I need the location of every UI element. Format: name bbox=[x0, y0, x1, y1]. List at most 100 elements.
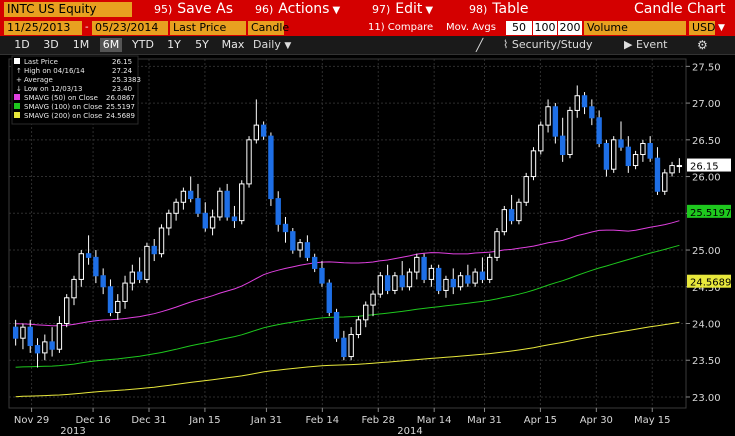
tab-5y[interactable]: 5Y bbox=[192, 38, 212, 52]
x-tick-label: Feb 28 bbox=[361, 415, 395, 426]
study-icon: ⌇ bbox=[503, 38, 509, 51]
legend-sma100-value: 25.5197 bbox=[106, 103, 135, 111]
draw-line-icon[interactable]: ╱ bbox=[476, 38, 483, 52]
tab-1m[interactable]: 1M bbox=[70, 38, 92, 52]
security-study-label: Security/Study bbox=[511, 38, 593, 51]
candle-up bbox=[669, 165, 675, 174]
candle-up bbox=[348, 334, 354, 358]
candle-down bbox=[596, 117, 602, 144]
currency-dropdown-icon[interactable]: ▼ bbox=[718, 21, 725, 35]
candle-down bbox=[304, 242, 311, 258]
volume-select[interactable]: Volume bbox=[584, 21, 686, 35]
save-as-menu[interactable]: 95) Save As bbox=[154, 0, 233, 19]
legend-high-label: High on 04/16/14 bbox=[24, 67, 85, 75]
tab-1d[interactable]: 1D bbox=[12, 38, 32, 52]
actions-menu[interactable]: 96) Actions ▼ bbox=[255, 0, 340, 19]
tab-6m[interactable]: 6M bbox=[100, 38, 122, 52]
candle-down bbox=[326, 282, 332, 313]
start-date-input[interactable]: 11/25/2013 bbox=[4, 21, 82, 35]
candle-down bbox=[49, 341, 55, 350]
candle-up bbox=[297, 242, 303, 251]
save-as-menu-number: 95) bbox=[154, 3, 173, 16]
currency-select[interactable]: USD bbox=[689, 21, 716, 35]
legend-sma200-value: 24.5689 bbox=[106, 112, 135, 120]
candle-up bbox=[144, 245, 150, 280]
candle-down bbox=[647, 142, 653, 159]
candle-up bbox=[676, 165, 683, 168]
candle-down bbox=[603, 142, 610, 170]
legend-last-price-value: 26.15 bbox=[112, 58, 132, 66]
candle-up bbox=[377, 275, 384, 295]
legend-sma100-swatch bbox=[14, 103, 20, 109]
ma3-input[interactable]: 200 bbox=[558, 21, 582, 35]
candle-up bbox=[355, 319, 362, 336]
date-separator: - bbox=[85, 22, 89, 33]
candle-up bbox=[501, 209, 507, 233]
year-label: 2013 bbox=[60, 426, 85, 436]
candle-up bbox=[158, 227, 165, 255]
edit-dropdown-icon: ▼ bbox=[425, 5, 434, 16]
ma2-input[interactable]: 100 bbox=[533, 21, 557, 35]
candle-up bbox=[443, 278, 449, 291]
candle-down bbox=[508, 209, 515, 222]
candle-down bbox=[202, 212, 208, 229]
chart-style-select[interactable]: Candle bbox=[248, 21, 289, 35]
event-button[interactable]: ▶ Event bbox=[624, 38, 667, 52]
tab-3d[interactable]: 3D bbox=[40, 38, 62, 52]
candle-up bbox=[64, 297, 70, 325]
candle-down bbox=[465, 275, 471, 284]
candle-up bbox=[523, 176, 529, 203]
legend-sma50-swatch bbox=[14, 94, 20, 100]
x-tick-label: Dec 16 bbox=[75, 415, 110, 426]
candle-down bbox=[581, 95, 588, 108]
candle-down bbox=[195, 198, 201, 214]
tab-max[interactable]: Max bbox=[220, 38, 246, 52]
sma100-tag-label: 25.5197 bbox=[690, 208, 731, 219]
legend-sma200-swatch bbox=[14, 112, 20, 118]
candle-down bbox=[188, 190, 194, 200]
price-field-select[interactable]: Last Price bbox=[170, 21, 246, 35]
candle-down bbox=[311, 256, 318, 269]
legend-low-icon: ↓ bbox=[16, 85, 22, 93]
candle-up bbox=[567, 109, 573, 156]
candle-up bbox=[370, 293, 376, 306]
table-menu-number: 98) bbox=[469, 3, 488, 16]
compare-button[interactable]: 11) Compare bbox=[368, 21, 433, 35]
edit-menu-label: Edit bbox=[395, 1, 423, 17]
security-input[interactable]: INTC US Equity bbox=[4, 2, 132, 17]
legend-high-value: 27.24 bbox=[112, 67, 133, 75]
x-tick-label: Dec 31 bbox=[131, 415, 166, 426]
tab-ytd[interactable]: YTD bbox=[130, 38, 156, 52]
candle-down bbox=[275, 198, 281, 225]
candle-chart[interactable]: 27.5027.0026.5026.0025.5025.0024.5024.00… bbox=[0, 55, 735, 436]
x-tick-label: Nov 29 bbox=[14, 415, 49, 426]
y-tick-label: 26.00 bbox=[692, 173, 721, 184]
title-bar: INTC US Equity 95) Save As 96) Actions ▼ 97… bbox=[0, 0, 735, 19]
legend-average-icon: + bbox=[16, 76, 22, 84]
table-menu[interactable]: 98) Table bbox=[469, 0, 529, 19]
candle-down bbox=[319, 267, 325, 284]
x-tick-label: Jan 15 bbox=[188, 415, 220, 426]
legend-last-price-label: Last Price bbox=[24, 58, 58, 66]
candle-up bbox=[487, 256, 493, 280]
edit-menu[interactable]: 97) Edit ▼ bbox=[372, 0, 433, 19]
candle-up bbox=[632, 154, 639, 167]
interval-dropdown-icon: ▼ bbox=[284, 41, 292, 51]
interval-select[interactable]: Daily ▼ bbox=[253, 38, 291, 52]
gear-icon[interactable]: ⚙ bbox=[697, 38, 708, 52]
candle-up bbox=[472, 271, 478, 284]
legend-sma50-value: 26.0867 bbox=[106, 94, 135, 102]
tab-1y[interactable]: 1Y bbox=[164, 38, 184, 52]
legend-last-price-swatch bbox=[14, 58, 20, 64]
ma1-input[interactable]: 50 bbox=[506, 21, 532, 35]
candle-up bbox=[20, 326, 26, 339]
security-study-button[interactable]: ⌇ Security/Study bbox=[503, 38, 593, 52]
legend-sma200-label: SMAVG (200) on Close bbox=[24, 112, 102, 120]
actions-dropdown-icon: ▼ bbox=[332, 5, 341, 16]
candle-down bbox=[384, 275, 391, 291]
x-tick-label: Mar 31 bbox=[467, 415, 502, 426]
candle-down bbox=[618, 139, 624, 148]
end-date-input[interactable]: 05/23/2014 bbox=[92, 21, 168, 35]
candle-up bbox=[414, 256, 420, 273]
candle-up bbox=[662, 172, 668, 192]
